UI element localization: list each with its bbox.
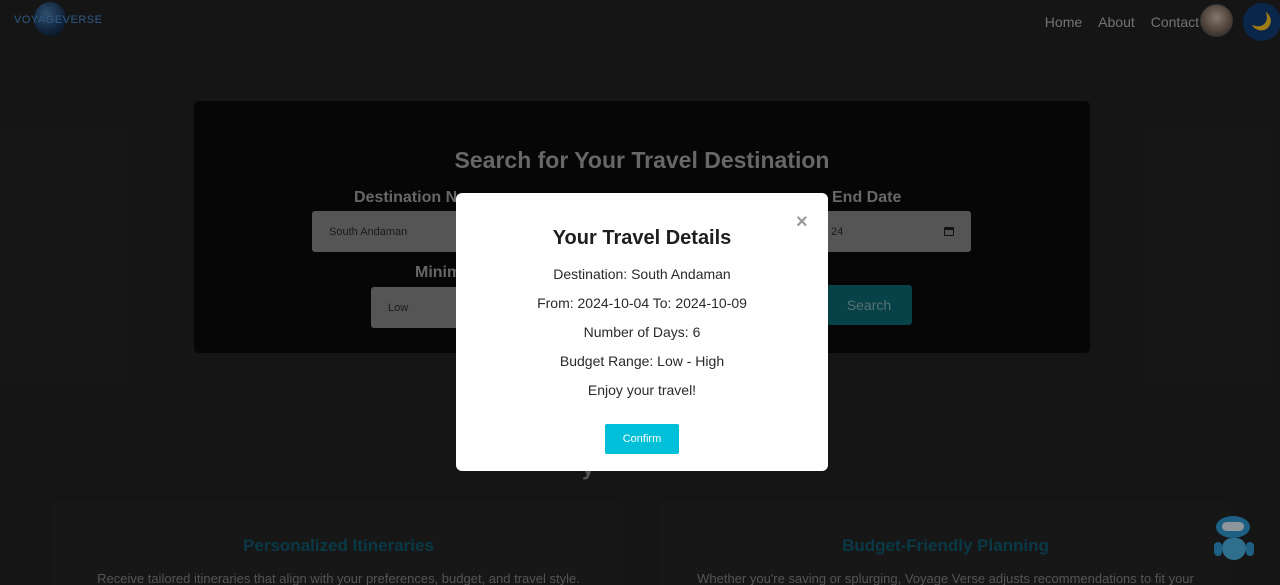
closing-line: Enjoy your travel! [587,382,697,398]
days-line: Number of Days: 6 [583,324,701,340]
destination-line: Destination: South Andaman [553,266,731,282]
travel-details-modal: × Your Travel Details Destination: South… [456,193,828,471]
budget-line: Budget Range: Low - High [559,353,725,369]
modal-title: Your Travel Details [552,227,732,249]
confirm-button[interactable]: Confirm [605,424,679,454]
dates-line: From: 2024-10-04 To: 2024-10-09 [537,295,747,311]
